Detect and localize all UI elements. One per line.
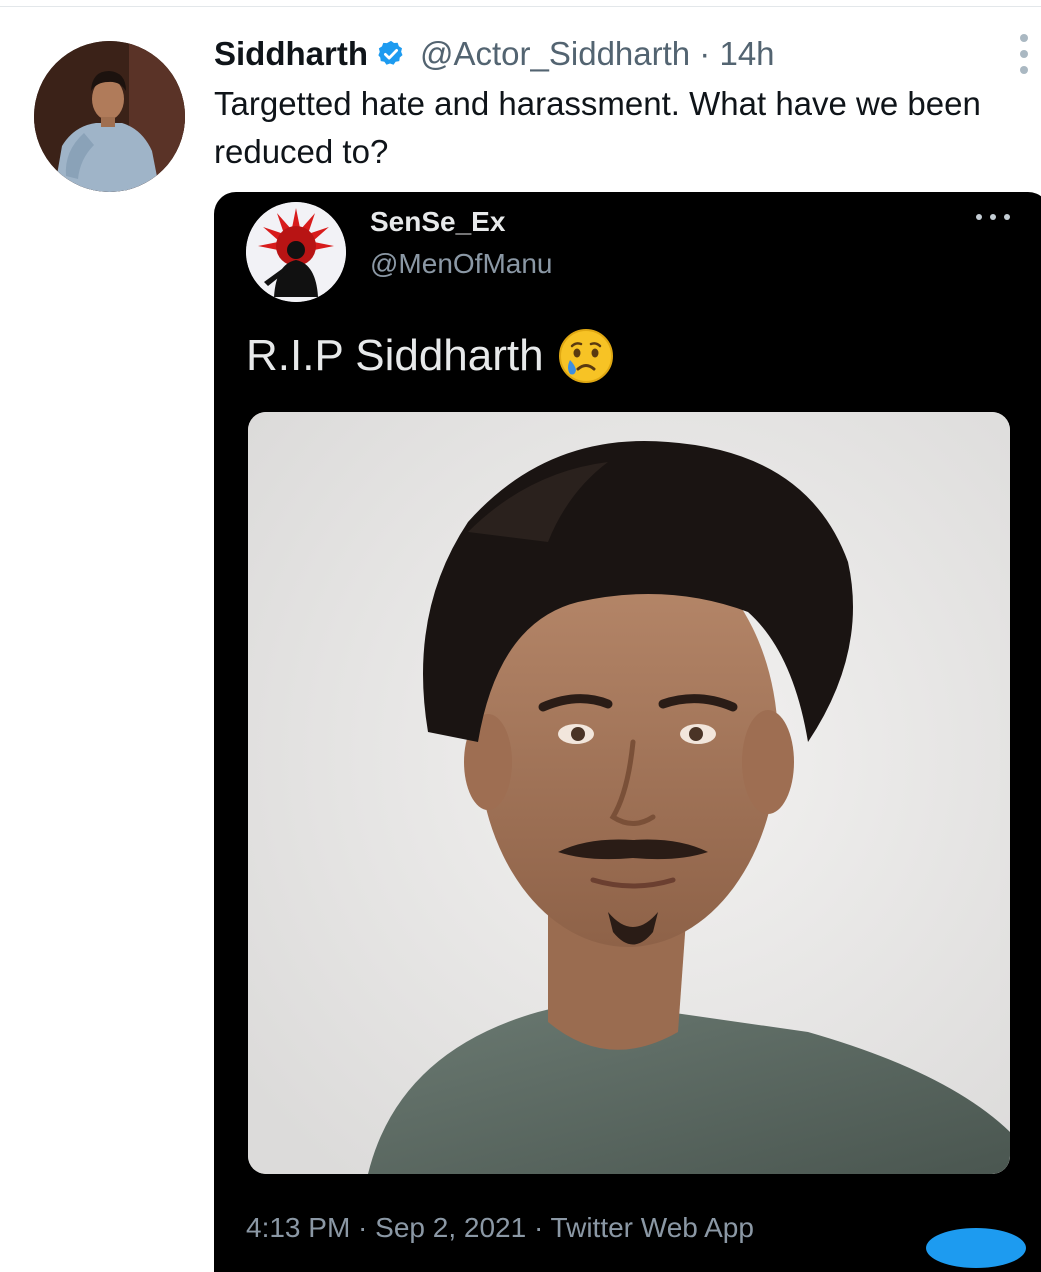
author-handle-timestamp[interactable]: @Actor_Siddharth · 14h <box>420 35 775 73</box>
compose-fab-edge[interactable] <box>926 1228 1026 1268</box>
quoted-display-name[interactable]: SenSe_Ex <box>370 206 505 238</box>
crying-face-icon <box>558 329 613 383</box>
quoted-media-photo[interactable] <box>248 412 1010 1174</box>
quoted-timestamp-source: 4:13 PM · Sep 2, 2021 · Twitter Web App <box>246 1212 754 1243</box>
more-options-icon[interactable] <box>1012 34 1036 74</box>
tweet-text: Targetted hate and harassment. What have… <box>214 85 981 170</box>
quoted-text-content: R.I.P Siddharth <box>246 331 544 380</box>
tweet-header: Siddharth @Actor_Siddharth · 14h <box>214 30 775 78</box>
verified-badge-icon <box>378 40 403 65</box>
quoted-handle[interactable]: @MenOfManu <box>370 248 553 280</box>
quoted-text: R.I.P Siddharth <box>246 328 614 384</box>
quoted-more-icon[interactable] <box>976 212 1010 222</box>
author-display-name[interactable]: Siddharth <box>214 35 368 73</box>
quoted-tweet-card[interactable]: SenSe_Ex @MenOfManu R.I.P Siddharth 4:13… <box>214 192 1041 1272</box>
quoted-author-avatar[interactable] <box>246 202 346 302</box>
author-avatar[interactable] <box>34 41 185 192</box>
top-divider <box>0 6 1041 7</box>
